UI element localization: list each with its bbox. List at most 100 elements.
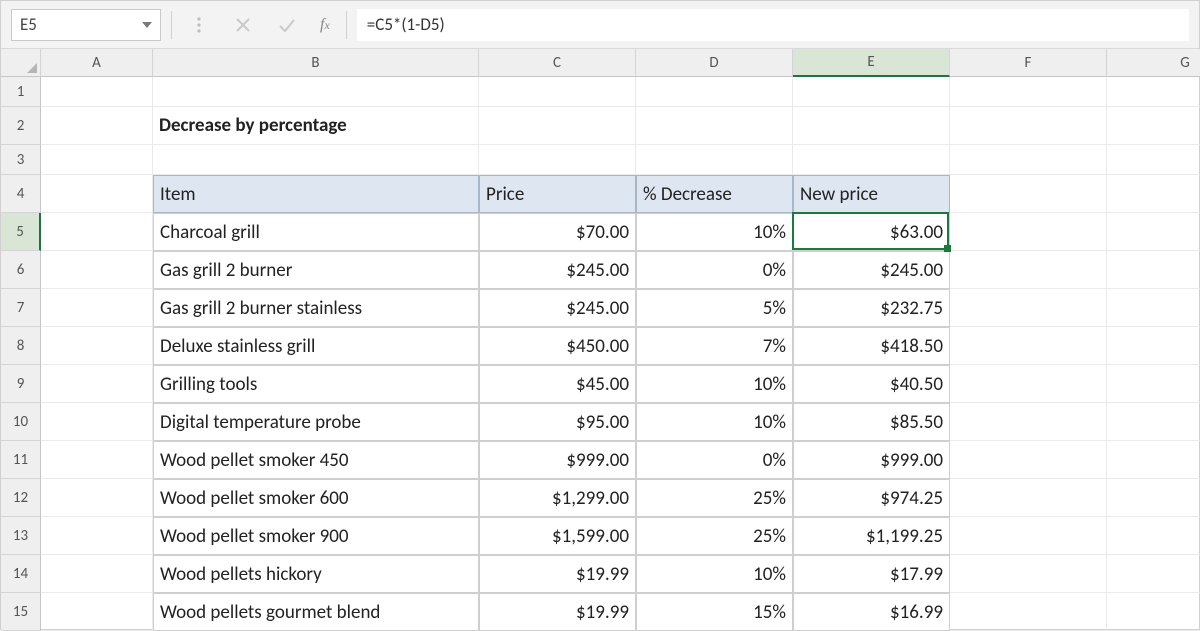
cell-C8[interactable]: $450.00 — [479, 327, 636, 365]
cell-C12[interactable]: $1,299.00 — [479, 479, 636, 517]
cell-C14[interactable]: $19.99 — [479, 555, 636, 593]
cell-G1[interactable] — [1107, 77, 1200, 107]
cell-F10[interactable] — [950, 403, 1107, 441]
cell-A2[interactable] — [41, 107, 153, 145]
cell-A10[interactable] — [41, 403, 153, 441]
formula-input[interactable]: =C5*(1-D5) — [357, 9, 1189, 41]
cell-G2[interactable] — [1107, 107, 1200, 145]
cell-E6[interactable]: $245.00 — [793, 251, 950, 289]
cell-B10[interactable]: Digital temperature probe — [153, 403, 479, 441]
three-dots-icon[interactable] — [182, 15, 216, 35]
cell-B1[interactable] — [153, 77, 479, 107]
cell-F8[interactable] — [950, 327, 1107, 365]
row-header-9[interactable]: 9 — [1, 365, 41, 403]
cell-G5[interactable] — [1107, 213, 1200, 251]
row-header-2[interactable]: 2 — [1, 107, 41, 145]
column-header-E[interactable]: E — [793, 49, 950, 77]
cell-D15[interactable]: 15% — [636, 593, 793, 631]
cell-A9[interactable] — [41, 365, 153, 403]
cell-A4[interactable] — [41, 175, 153, 213]
cell-B4[interactable]: Item — [153, 175, 479, 213]
cell-D6[interactable]: 0% — [636, 251, 793, 289]
cell-E8[interactable]: $418.50 — [793, 327, 950, 365]
cell-G13[interactable] — [1107, 517, 1200, 555]
cell-E15[interactable]: $16.99 — [793, 593, 950, 631]
cell-A15[interactable] — [41, 593, 153, 631]
cell-G11[interactable] — [1107, 441, 1200, 479]
cell-D11[interactable]: 0% — [636, 441, 793, 479]
cell-A1[interactable] — [41, 77, 153, 107]
cell-B13[interactable]: Wood pellet smoker 900 — [153, 517, 479, 555]
cell-E1[interactable] — [793, 77, 950, 107]
cell-F5[interactable] — [950, 213, 1107, 251]
row-header-4[interactable]: 4 — [1, 175, 41, 213]
cell-C2[interactable] — [479, 107, 636, 145]
cell-C5[interactable]: $70.00 — [479, 213, 636, 251]
column-header-B[interactable]: B — [153, 49, 479, 77]
cell-E7[interactable]: $232.75 — [793, 289, 950, 327]
cell-B12[interactable]: Wood pellet smoker 600 — [153, 479, 479, 517]
cell-F11[interactable] — [950, 441, 1107, 479]
cell-D4[interactable]: % Decrease — [636, 175, 793, 213]
spreadsheet-grid[interactable]: ABCDEFG12Decrease by percentage34ItemPri… — [1, 49, 1199, 631]
cell-G6[interactable] — [1107, 251, 1200, 289]
row-header-11[interactable]: 11 — [1, 441, 41, 479]
cell-G14[interactable] — [1107, 555, 1200, 593]
cell-C15[interactable]: $19.99 — [479, 593, 636, 631]
column-header-G[interactable]: G — [1107, 49, 1200, 77]
column-header-D[interactable]: D — [636, 49, 793, 77]
cell-E3[interactable] — [793, 145, 950, 175]
cell-C11[interactable]: $999.00 — [479, 441, 636, 479]
column-header-C[interactable]: C — [479, 49, 636, 77]
cancel-icon[interactable] — [226, 15, 260, 35]
row-header-8[interactable]: 8 — [1, 327, 41, 365]
cell-D3[interactable] — [636, 145, 793, 175]
cell-F7[interactable] — [950, 289, 1107, 327]
cell-A3[interactable] — [41, 145, 153, 175]
column-header-F[interactable]: F — [950, 49, 1107, 77]
row-header-6[interactable]: 6 — [1, 251, 41, 289]
cell-C6[interactable]: $245.00 — [479, 251, 636, 289]
row-header-12[interactable]: 12 — [1, 479, 41, 517]
cell-B14[interactable]: Wood pellets hickory — [153, 555, 479, 593]
cell-B6[interactable]: Gas grill 2 burner — [153, 251, 479, 289]
cell-A6[interactable] — [41, 251, 153, 289]
row-header-10[interactable]: 10 — [1, 403, 41, 441]
cell-E10[interactable]: $85.50 — [793, 403, 950, 441]
select-all-corner[interactable] — [1, 49, 41, 77]
name-box[interactable]: E5 — [11, 9, 161, 41]
cell-D2[interactable] — [636, 107, 793, 145]
cell-F14[interactable] — [950, 555, 1107, 593]
cell-F13[interactable] — [950, 517, 1107, 555]
row-header-13[interactable]: 13 — [1, 517, 41, 555]
cell-B3[interactable] — [153, 145, 479, 175]
cell-E12[interactable]: $974.25 — [793, 479, 950, 517]
cell-D8[interactable]: 7% — [636, 327, 793, 365]
cell-A11[interactable] — [41, 441, 153, 479]
cell-E5[interactable]: $63.00 — [793, 213, 950, 251]
cell-F9[interactable] — [950, 365, 1107, 403]
cell-G10[interactable] — [1107, 403, 1200, 441]
row-header-1[interactable]: 1 — [1, 77, 41, 107]
cell-E2[interactable] — [793, 107, 950, 145]
cell-C1[interactable] — [479, 77, 636, 107]
cell-D10[interactable]: 10% — [636, 403, 793, 441]
cell-F3[interactable] — [950, 145, 1107, 175]
check-icon[interactable] — [270, 15, 304, 35]
cell-F15[interactable] — [950, 593, 1107, 631]
fx-icon[interactable]: fx — [314, 16, 336, 34]
cell-E14[interactable]: $17.99 — [793, 555, 950, 593]
cell-B7[interactable]: Gas grill 2 burner stainless — [153, 289, 479, 327]
cell-G8[interactable] — [1107, 327, 1200, 365]
cell-B5[interactable]: Charcoal grill — [153, 213, 479, 251]
cell-F12[interactable] — [950, 479, 1107, 517]
cell-C4[interactable]: Price — [479, 175, 636, 213]
cell-C13[interactable]: $1,599.00 — [479, 517, 636, 555]
cell-F6[interactable] — [950, 251, 1107, 289]
cell-E9[interactable]: $40.50 — [793, 365, 950, 403]
cell-F1[interactable] — [950, 77, 1107, 107]
row-header-14[interactable]: 14 — [1, 555, 41, 593]
cell-D9[interactable]: 10% — [636, 365, 793, 403]
cell-G7[interactable] — [1107, 289, 1200, 327]
cell-B9[interactable]: Grilling tools — [153, 365, 479, 403]
